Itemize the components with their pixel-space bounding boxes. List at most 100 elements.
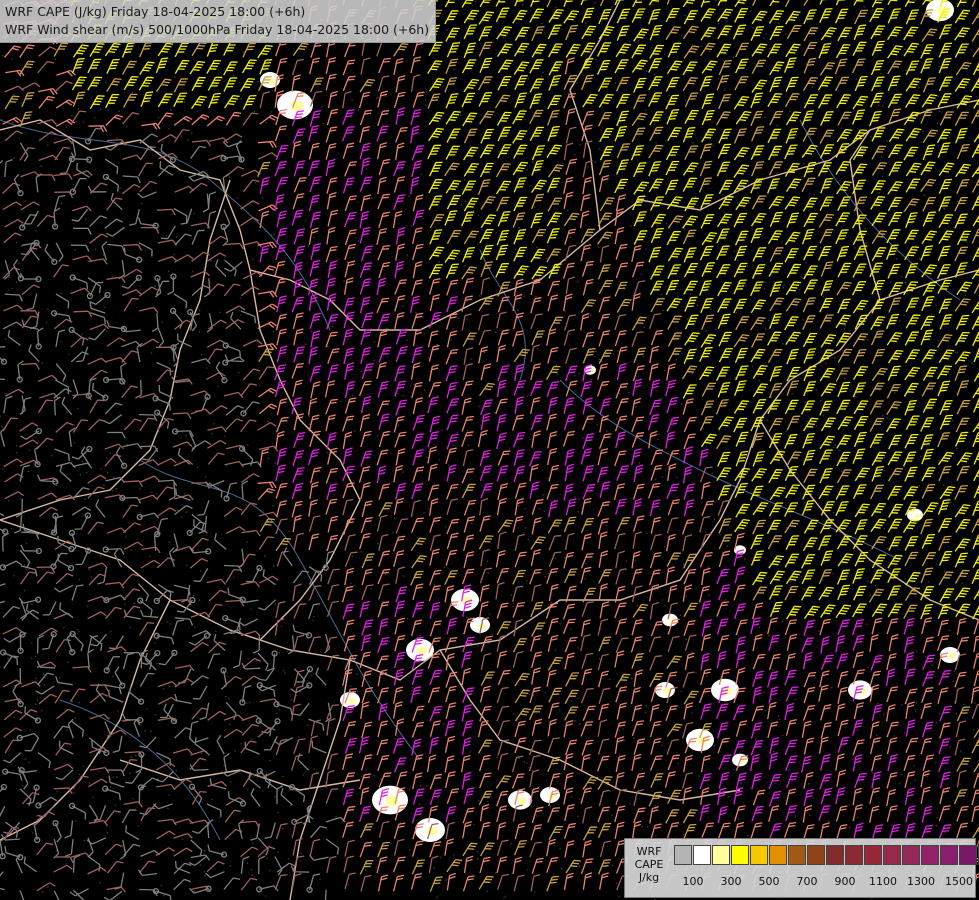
wind-barb bbox=[325, 158, 336, 177]
terrain-dot bbox=[446, 29, 448, 31]
wind-barb bbox=[2, 679, 23, 688]
wind-barb bbox=[904, 0, 920, 8]
wind-barb bbox=[582, 839, 592, 858]
wind-barb bbox=[920, 161, 936, 176]
terrain-dot bbox=[609, 604, 611, 606]
wind-barb bbox=[376, 297, 390, 314]
wind-barb bbox=[614, 771, 625, 790]
wind-barb bbox=[497, 144, 512, 159]
wind-barb bbox=[699, 600, 712, 617]
wind-barb bbox=[786, 633, 798, 651]
terrain-dot bbox=[60, 202, 63, 205]
wind-barb bbox=[785, 719, 797, 736]
terrain-dot bbox=[469, 751, 472, 753]
terrain-dot bbox=[942, 484, 945, 487]
wind-barb bbox=[411, 721, 425, 738]
wind-barb bbox=[563, 10, 580, 24]
wind-barb bbox=[751, 333, 765, 348]
wind-barb bbox=[836, 469, 852, 484]
terrain-dot bbox=[641, 825, 643, 828]
wind-barb bbox=[3, 232, 22, 244]
wind-barb bbox=[835, 44, 851, 59]
wind-barb bbox=[495, 581, 505, 600]
wind-barb bbox=[259, 518, 275, 533]
wind-barb bbox=[869, 382, 885, 397]
terrain-dot bbox=[633, 737, 635, 740]
wind-barb bbox=[410, 686, 422, 704]
wind-barb bbox=[631, 244, 642, 262]
wind-barb bbox=[562, 603, 576, 620]
wind-barb bbox=[37, 399, 53, 414]
wind-barb bbox=[922, 211, 936, 227]
wind-barb bbox=[360, 245, 373, 262]
wind-barb bbox=[4, 491, 25, 500]
wind-barb bbox=[682, 809, 698, 824]
wind-barb bbox=[563, 397, 575, 414]
wind-barb bbox=[649, 655, 663, 671]
terrain-dot bbox=[353, 584, 356, 587]
wind-barb bbox=[513, 380, 526, 396]
wind-barb bbox=[563, 872, 574, 891]
terrain-dot bbox=[959, 783, 961, 785]
wind-barb bbox=[378, 550, 391, 567]
terrain-dot bbox=[460, 204, 463, 206]
wind-barb bbox=[172, 533, 179, 554]
wind-barb bbox=[699, 160, 713, 177]
wind-barb bbox=[615, 568, 627, 585]
wind-barb bbox=[903, 604, 918, 619]
wind-barb bbox=[922, 671, 935, 687]
terrain-dot bbox=[904, 281, 907, 284]
terrain-dot bbox=[781, 620, 784, 623]
terrain-dot bbox=[737, 818, 740, 820]
terrain-dot bbox=[539, 508, 541, 510]
map-canvas[interactable] bbox=[0, 0, 979, 900]
terrain-dot bbox=[131, 91, 134, 94]
wind-barb bbox=[266, 650, 278, 672]
wind-barb bbox=[580, 193, 591, 212]
wind-barb bbox=[54, 80, 73, 92]
terrain-dot bbox=[86, 605, 89, 608]
wind-barb bbox=[310, 719, 322, 737]
wind-barb bbox=[428, 195, 443, 211]
wind-barb bbox=[293, 432, 306, 448]
wind-barb bbox=[837, 196, 851, 211]
wind-barb bbox=[308, 414, 320, 432]
wind-barb bbox=[411, 346, 423, 364]
wind-barb bbox=[920, 44, 934, 59]
wind-barb bbox=[683, 499, 695, 517]
wind-barb bbox=[55, 99, 75, 109]
wind-barb bbox=[13, 515, 23, 534]
terrain-dot bbox=[42, 673, 45, 675]
wind-barb bbox=[326, 534, 339, 552]
wind-barb bbox=[648, 636, 662, 653]
wind-barb bbox=[768, 417, 784, 433]
terrain-dot bbox=[409, 385, 412, 387]
terrain-dot bbox=[229, 723, 231, 725]
wind-barb bbox=[752, 686, 763, 704]
wind-barb bbox=[444, 735, 456, 753]
wind-barb bbox=[803, 57, 817, 74]
terrain-dot bbox=[467, 444, 470, 447]
wind-barb bbox=[547, 294, 559, 312]
wind-barb bbox=[104, 843, 123, 856]
wind-barb bbox=[263, 736, 278, 751]
wind-barb bbox=[2, 201, 22, 211]
wind-barb bbox=[0, 427, 7, 447]
wind-barb bbox=[514, 482, 527, 499]
wind-barb bbox=[565, 126, 577, 144]
terrain-dot bbox=[710, 308, 712, 310]
wind-barb bbox=[751, 43, 768, 57]
wind-barb bbox=[276, 57, 288, 75]
terrain-dot bbox=[526, 762, 528, 764]
terrain-dot bbox=[803, 501, 806, 504]
legend-swatch bbox=[693, 845, 711, 865]
wind-barb bbox=[360, 517, 373, 534]
terrain-dot bbox=[635, 406, 637, 408]
terrain-dot bbox=[165, 235, 168, 237]
wind-barb bbox=[598, 583, 608, 601]
wind-barb bbox=[529, 109, 544, 124]
terrain-dot bbox=[300, 852, 303, 855]
terrain-dot bbox=[557, 102, 559, 105]
wind-barb bbox=[649, 24, 663, 41]
terrain-dot bbox=[347, 884, 350, 886]
